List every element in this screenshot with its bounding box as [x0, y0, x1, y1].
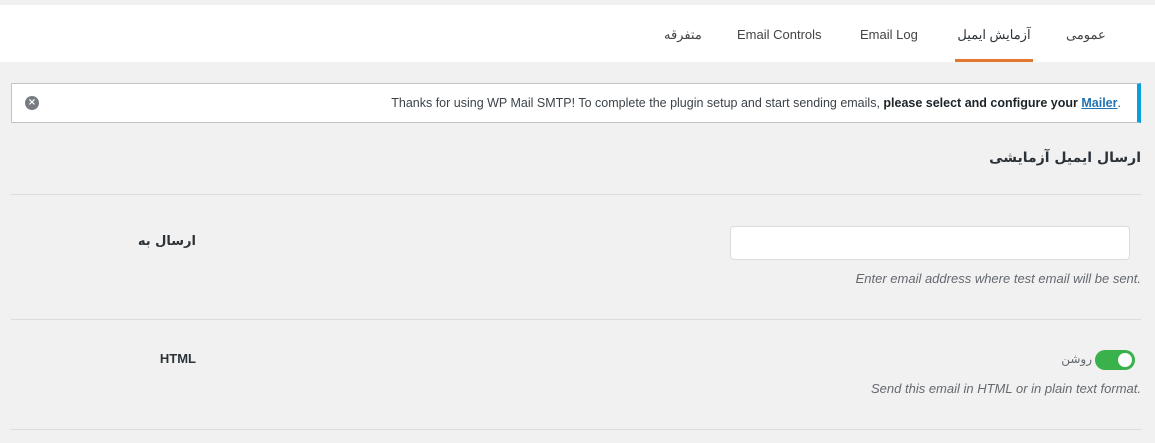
send-to-label: ارسال به	[137, 234, 196, 249]
tab-email-log[interactable]: Email Log	[860, 5, 922, 62]
html-help-text: Send this email in HTML or in plain text…	[871, 381, 1141, 396]
setup-notice: × Thanks for using WP Mail SMTP! To comp…	[11, 83, 1141, 123]
notice-text-end: .	[1117, 96, 1121, 110]
notice-text-bold: please select and configure your Mailer	[883, 96, 1118, 110]
html-toggle-label: روشن	[1061, 352, 1092, 366]
dismiss-icon[interactable]: ×	[25, 96, 39, 110]
notice-text: Thanks for using WP Mail SMTP! To comple…	[391, 96, 1121, 110]
notice-text-start: Thanks for using WP Mail SMTP! To comple…	[391, 96, 884, 110]
send-to-help-text: Enter email address where test email wil…	[855, 271, 1141, 286]
mailer-link[interactable]: Mailer	[1081, 96, 1117, 110]
tab-misc[interactable]: متفرقه	[664, 5, 706, 62]
html-toggle[interactable]	[1095, 350, 1135, 370]
toggle-knob	[1118, 353, 1132, 367]
tab-general[interactable]: عمومی	[1066, 5, 1112, 62]
html-label: HTML	[159, 351, 196, 366]
divider	[11, 194, 1141, 195]
tab-email-test[interactable]: آزمایش ایمیل	[955, 5, 1033, 62]
divider	[11, 429, 1141, 430]
send-to-email-input[interactable]	[730, 226, 1130, 260]
tab-email-controls[interactable]: Email Controls	[737, 5, 829, 62]
settings-tab-bar: عمومی آزمایش ایمیل Email Log Email Contr…	[0, 5, 1155, 62]
section-title: ارسال ایمیل آزمایشی	[989, 150, 1141, 166]
divider	[11, 319, 1141, 320]
